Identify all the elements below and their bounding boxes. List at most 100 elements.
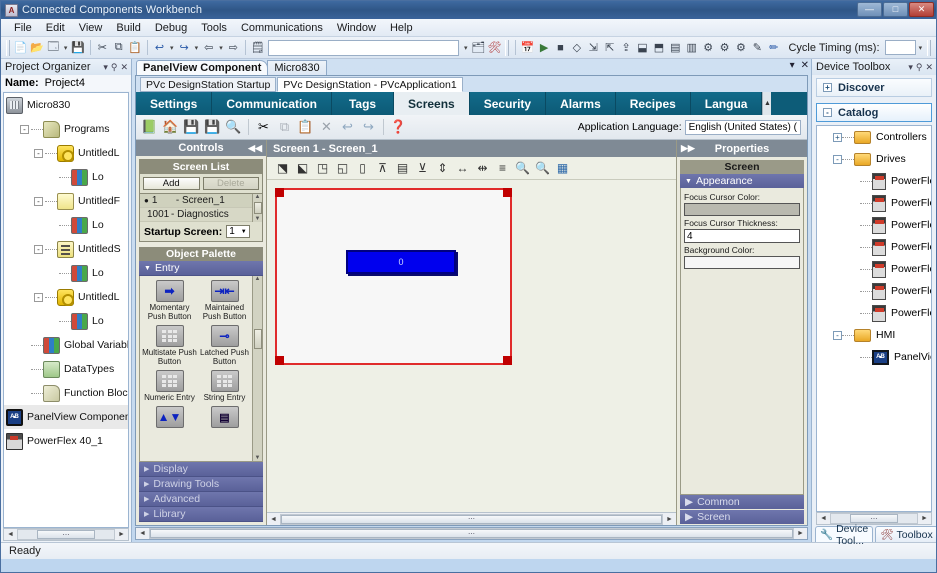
home-icon[interactable]: 🏠	[161, 118, 180, 137]
align-left-icon[interactable]: ⬔	[273, 159, 292, 178]
project-tree-node[interactable]: - UntitledL	[4, 141, 128, 165]
tree-expander-icon[interactable]: -	[34, 148, 43, 158]
device-tree-node[interactable]: PowerFle	[817, 170, 931, 192]
run-to-cursor-icon[interactable]: ⬒	[651, 39, 666, 56]
open-app-icon[interactable]: 📗	[140, 118, 159, 137]
application-language-value[interactable]: English (United States) (	[684, 119, 801, 135]
menu-item-build[interactable]: Build	[109, 21, 147, 35]
cycle-timing-input[interactable]	[884, 40, 916, 55]
build-icon[interactable]: 📅	[520, 39, 535, 56]
menu-item-tools[interactable]: Tools	[194, 21, 234, 35]
ribbon-tab-alarms[interactable]: Alarms	[546, 92, 616, 115]
device-tree-node[interactable]: AB PanelVie	[817, 346, 931, 368]
project-tree[interactable]: Micro830 - Programs - UntitledL Lo - UntitledF L…	[3, 92, 129, 528]
open-project-icon[interactable]: 📂	[29, 39, 44, 56]
palette-item[interactable]: ➡ Momentary Push Button	[142, 280, 197, 321]
hscroll-thumb[interactable]: ⋯	[281, 514, 662, 524]
document-close-icon[interactable]: ✕	[801, 60, 809, 71]
selection-handle-bl[interactable]	[275, 356, 284, 365]
minimize-button[interactable]: —	[857, 2, 882, 17]
palette-group-drawing-tools[interactable]: ▶ Drawing Tools	[139, 477, 263, 492]
palette-group-entry[interactable]: ▼ Entry	[139, 261, 263, 276]
project-tree-node[interactable]: PowerFlex 40_1	[4, 429, 128, 453]
document-tab-menu-icon[interactable]: ▾	[790, 60, 795, 71]
stop-icon[interactable]: ■	[553, 39, 568, 56]
push-button-object[interactable]: 0	[346, 250, 456, 274]
startup-screen-select[interactable]: 1 ▼	[226, 225, 250, 238]
device-tree-hscrollbar[interactable]: ◄ ⋯ ►	[816, 512, 932, 525]
run-icon[interactable]: ▶	[536, 39, 551, 56]
close-icon[interactable]: ✕	[925, 62, 933, 73]
palette-item[interactable]: String Entry	[197, 370, 252, 402]
pause-icon[interactable]: ◇	[569, 39, 584, 56]
new-project-icon[interactable]: 📄	[13, 39, 28, 56]
ribbon-tab-recipes[interactable]: Recipes	[615, 92, 691, 115]
menu-item-window[interactable]: Window	[330, 21, 383, 35]
scroll-down-arrow-icon[interactable]: ▼	[255, 455, 261, 461]
hscroll-left-arrow-icon[interactable]: ◄	[136, 530, 149, 537]
hscroll-right-arrow-icon[interactable]: ►	[918, 515, 931, 522]
project-tree-node[interactable]: - UntitledL	[4, 285, 128, 309]
disconnect-icon[interactable]: ⚙	[717, 39, 732, 56]
pencil-blue-icon[interactable]: ✏	[766, 39, 781, 56]
menu-item-edit[interactable]: Edit	[39, 21, 72, 35]
hscroll-thumb[interactable]: ⋯	[37, 530, 95, 539]
screen-list-item-1001[interactable]: 1001 - Diagnostics	[140, 208, 262, 222]
maximize-button[interactable]: □	[883, 2, 908, 17]
screen-list-vscrollbar[interactable]: ▲ ▼	[252, 194, 262, 222]
find-combo[interactable]	[268, 39, 460, 56]
doc-tab-panelview[interactable]: PanelView Component	[136, 60, 269, 75]
add-screen-button[interactable]: Add	[143, 177, 200, 190]
pencil-icon[interactable]: ✎	[750, 39, 765, 56]
canvas-hscrollbar[interactable]: ◄ ⋯ ►	[267, 512, 676, 525]
project-tree-node[interactable]: DataTypes	[4, 357, 128, 381]
navigate-forward-icon[interactable]: ⇨	[226, 39, 241, 56]
inner-tab-startup[interactable]: PVc DesignStation Startup	[140, 77, 277, 92]
step-over-icon[interactable]: ⇱	[602, 39, 617, 56]
properties-group-appearance[interactable]: ▼ Appearance	[680, 174, 804, 188]
collapse-left-icon[interactable]: ◀◀	[248, 143, 262, 154]
make-same-size-icon[interactable]: ⇹	[473, 159, 492, 178]
palette-item[interactable]: ▤	[197, 406, 252, 429]
selection-handle-tr[interactable]	[503, 188, 512, 197]
tools-options-icon[interactable]: 🛠	[487, 39, 502, 56]
paste-icon[interactable]: 📋	[127, 39, 142, 56]
tree-expander-icon[interactable]: -	[833, 154, 842, 164]
align-vert-top-icon[interactable]: ⊼	[373, 159, 392, 178]
project-tree-hscrollbar[interactable]: ◄ ⋯ ►	[3, 528, 129, 541]
help-icon[interactable]: ❓	[389, 118, 408, 137]
save-all-icon[interactable]: 🗔	[46, 39, 61, 56]
toggle-breakpoint-icon[interactable]: ⬓	[635, 39, 650, 56]
background-color-field[interactable]	[684, 256, 800, 269]
toolbar-grip-2[interactable]	[505, 39, 510, 56]
cut-icon[interactable]: ✂	[95, 39, 110, 56]
preview-icon[interactable]: 🔍	[224, 118, 243, 137]
screen-list-item-1[interactable]: ● 1 - Screen_1	[140, 194, 262, 208]
watch-icon[interactable]: ▥	[684, 39, 699, 56]
panel-menu-icon[interactable]: ▾	[103, 62, 108, 73]
ribbon-tab-language[interactable]: Langua	[690, 92, 763, 115]
screen-list[interactable]: ● 1 - Screen_1 1001 - Diagnostics ▲ ▼	[140, 193, 262, 222]
properties-group-screen[interactable]: ▶ Screen	[680, 510, 804, 524]
redo-icon[interactable]: ↪	[176, 39, 191, 56]
hscroll-right-arrow-icon[interactable]: ►	[794, 530, 807, 537]
pin-icon[interactable]: ⚲	[916, 62, 923, 73]
scroll-up-arrow-icon[interactable]: ▲	[255, 194, 261, 200]
palette-group-advanced[interactable]: ▶ Advanced	[139, 492, 263, 507]
screen-design-surface[interactable]: 0	[275, 188, 512, 365]
hscroll-track[interactable]: ⋯	[149, 528, 794, 539]
palette-item[interactable]: ⊸ Latched Push Button	[197, 325, 252, 366]
project-tree-node[interactable]: - UntitledS	[4, 237, 128, 261]
zoom-out-icon[interactable]: 🔍	[533, 159, 552, 178]
close-button[interactable]: ✕	[909, 2, 934, 17]
ribbon-tab-tags[interactable]: Tags	[332, 92, 395, 115]
ribbon-tab-scroll-up-icon[interactable]: ▲	[762, 92, 772, 115]
collapse-minus-icon[interactable]: -	[823, 108, 832, 117]
project-tree-node[interactable]: Micro830	[4, 93, 128, 117]
device-tree-node[interactable]: PowerFle	[817, 302, 931, 324]
menu-item-communications[interactable]: Communications	[234, 21, 330, 35]
save-all-dropdown-icon[interactable]: ▾	[62, 44, 69, 52]
find-combo-dropdown-icon[interactable]: ▾	[462, 44, 469, 52]
step-out-icon[interactable]: ⇪	[618, 39, 633, 56]
device-tree-node[interactable]: PowerFle	[817, 258, 931, 280]
